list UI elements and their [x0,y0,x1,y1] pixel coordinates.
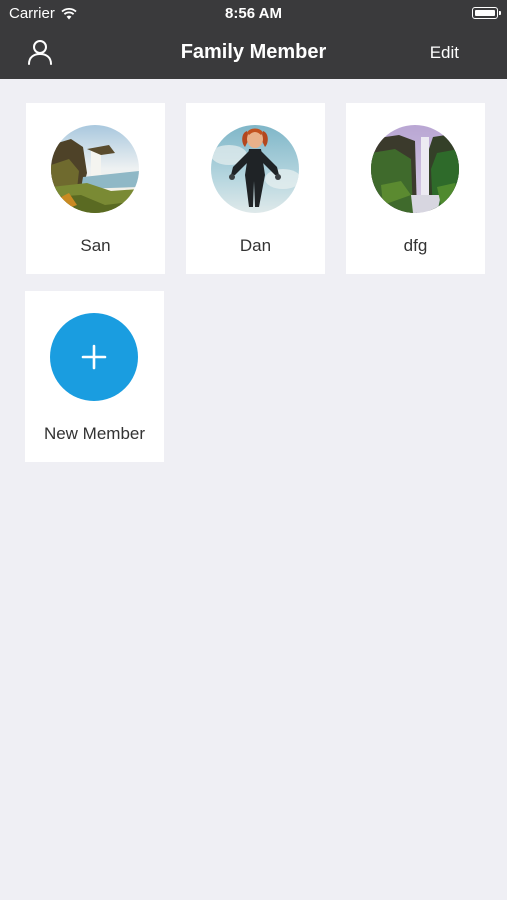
waterfall-cliff-photo [371,125,459,213]
member-name: dfg [403,236,428,255]
new-member-label: New Member [43,424,146,443]
superhero-woman-photo [211,125,299,213]
status-bar: Carrier 8:56 AM [0,0,507,28]
status-time: 8:56 AM [225,5,282,22]
top-bar: Carrier 8:56 AM Family Member Edit [0,0,507,79]
waterfall-landscape-photo [51,125,139,213]
member-card-dan[interactable]: Dan [186,103,325,274]
add-member-button[interactable] [50,313,138,401]
member-card-san[interactable]: San [26,103,165,274]
avatar [51,125,139,213]
edit-button[interactable]: Edit [430,43,459,63]
navigation-bar: Family Member Edit [0,28,507,79]
member-card-dfg[interactable]: dfg [346,103,485,274]
avatar [371,125,459,213]
avatar [211,125,299,213]
plus-icon [81,344,107,370]
battery-icon [472,7,501,19]
member-name: Dan [239,236,272,255]
new-member-card[interactable]: New Member [25,291,164,462]
member-name: San [80,236,111,255]
